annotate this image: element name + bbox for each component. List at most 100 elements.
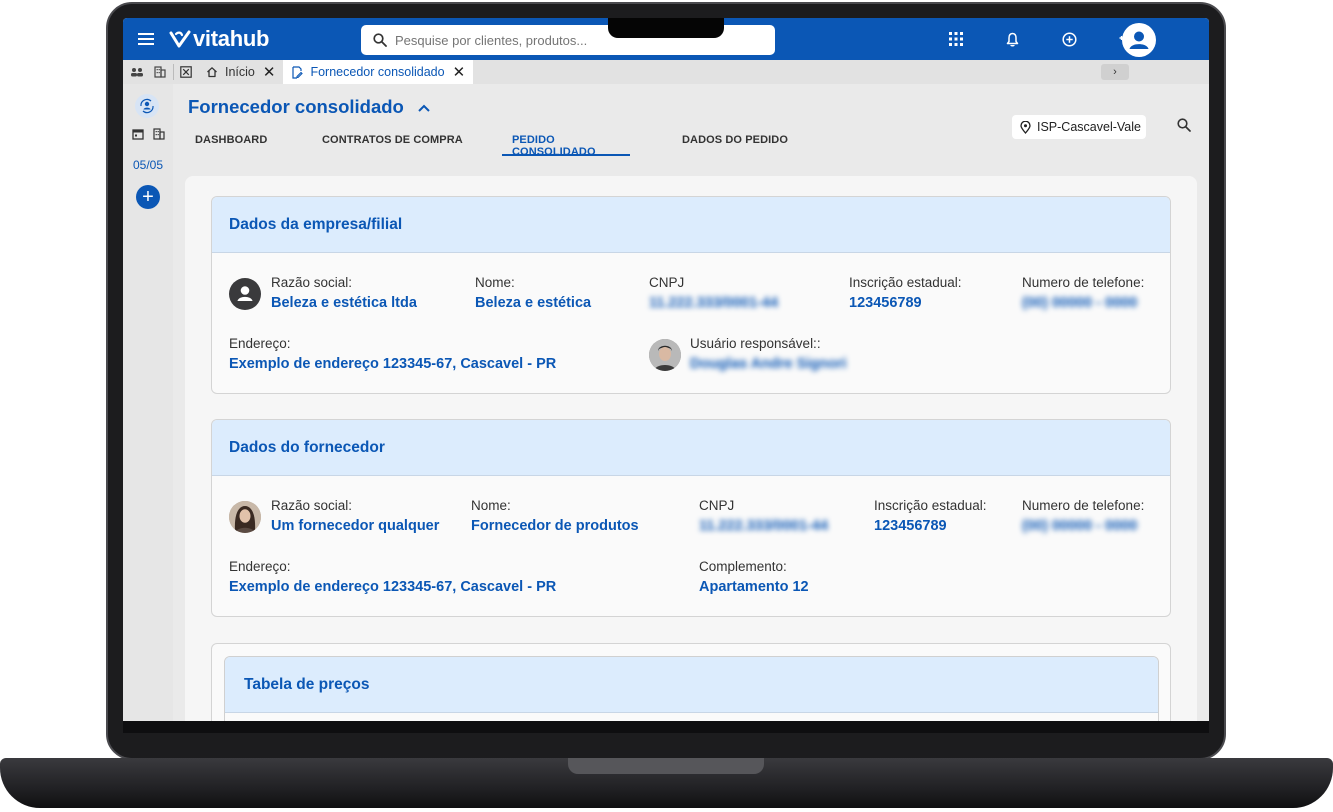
search-input[interactable] (395, 32, 595, 48)
empresa-card-header: Dados da empresa/filial (212, 197, 1170, 253)
close-box-icon (180, 66, 192, 78)
tab-dashboard[interactable]: DASHBOARD (185, 130, 312, 156)
add-circle-icon[interactable] (1041, 18, 1098, 60)
field-value: (00) 00000 - 0000 (1022, 518, 1138, 534)
fornecedor-cnpj: CNPJ 11.222.333/0001-44 (699, 498, 828, 534)
logo-mark-icon (169, 30, 191, 48)
rail-tools (127, 128, 169, 140)
tab-dados-do-pedido[interactable]: DADOS DO PEDIDO (672, 130, 798, 156)
field-value: 123456789 (874, 518, 947, 534)
user-avatar-icon[interactable] (1122, 23, 1156, 57)
field-label: Endereço: (229, 559, 291, 574)
logo-text: vitahub (193, 26, 270, 51)
group-users-icon[interactable] (130, 67, 144, 77)
empresa-nome: Nome: Beleza e estética (475, 275, 591, 311)
building-icon[interactable] (154, 66, 166, 78)
search-icon[interactable] (1177, 118, 1191, 137)
hamburger-menu-icon[interactable] (123, 18, 169, 60)
field-value: (00) 00000 - 0000 (1022, 295, 1138, 311)
fornecedor-complemento: Complemento: Apartamento 12 (699, 559, 809, 595)
field-value: Exemplo de endereço 123345-67, Cascavel … (229, 356, 557, 372)
field-value: 11.222.333/0001-44 (699, 518, 829, 534)
fornecedor-endereco: Endereço: Exemplo de endereço 123345-67,… (229, 559, 556, 595)
bell-icon[interactable] (984, 18, 1041, 60)
tabbar-tools (123, 66, 173, 78)
field-value: Apartamento 12 (699, 579, 809, 595)
search-icon (373, 33, 387, 47)
field-value: 11.222.333/0001-44 (649, 295, 779, 311)
empresa-cnpj: CNPJ 11.222.333/0001-44 (649, 275, 778, 311)
empresa-usuario-responsavel: Usuário responsável:: Douglas Andre Sign… (690, 336, 847, 372)
content-panel: Dados da empresa/filial Razão social: Be… (185, 176, 1197, 721)
sync-user-icon[interactable] (135, 94, 159, 118)
empresa-card: Dados da empresa/filial Razão social: Be… (211, 196, 1171, 394)
location-selector[interactable]: ISP-Cascavel-Vale (1012, 115, 1146, 139)
field-value: 123456789 (849, 295, 922, 311)
page-header: Fornecedor consolidado (188, 96, 430, 118)
tab-fornecedor-consolidado[interactable]: Fornecedor consolidado ✕ (283, 60, 474, 84)
precos-card: Tabela de preços (211, 643, 1171, 721)
location-label: ISP-Cascavel-Vale (1037, 120, 1141, 134)
field-label: Inscrição estadual: (849, 275, 962, 290)
precos-card-header: Tabela de preços (225, 657, 1158, 713)
field-label: Nome: (471, 498, 511, 513)
calendar-icon[interactable] (131, 128, 144, 140)
fornecedor-card: Dados do fornecedor Razão social: Um for… (211, 419, 1171, 617)
person-photo-icon (649, 339, 681, 371)
camera-notch (608, 18, 724, 38)
chevron-up-icon[interactable] (418, 99, 430, 115)
field-value: Exemplo de endereço 123345-67, Cascavel … (229, 579, 557, 595)
field-label: Inscrição estadual: (874, 498, 987, 513)
tab-pedido-consolidado[interactable]: PEDIDO CONSOLIDADO (502, 130, 630, 158)
add-button[interactable]: + (136, 185, 160, 209)
tab-inicio[interactable]: Início ✕ (198, 60, 283, 84)
top-actions (927, 18, 1155, 60)
apps-grid-icon[interactable] (927, 18, 984, 60)
field-label: Complemento: (699, 559, 787, 574)
screen-bezel (123, 721, 1209, 733)
tab-label: Início (225, 65, 255, 79)
close-tab-icon[interactable]: ✕ (453, 63, 466, 81)
fornecedor-inscricao-estadual: Inscrição estadual: 123456789 (874, 498, 987, 534)
empresa-telefone: Numero de telefone: (00) 00000 - 0000 (1022, 275, 1144, 311)
laptop-base-notch (568, 758, 764, 774)
tabs-scroll-right-button[interactable]: › (1101, 64, 1129, 80)
field-label: CNPJ (699, 498, 735, 513)
field-value: Um fornecedor qualquer (271, 518, 440, 534)
home-icon (207, 67, 217, 78)
field-label: Razão social: (271, 498, 353, 513)
precos-inner-panel: Tabela de preços (224, 656, 1159, 721)
field-value: Beleza e estética (475, 295, 592, 311)
responsavel-avatar (649, 339, 681, 371)
edit-document-icon (292, 65, 304, 79)
user-placeholder-icon (237, 286, 253, 301)
building-icon[interactable] (152, 128, 165, 140)
rail-date: 05/05 (132, 158, 164, 172)
person-photo-icon (229, 501, 261, 533)
vitahub-logo[interactable]: vitahub (169, 26, 269, 52)
app-screen: vitahub Pesquise por clientes, produtos.… (123, 18, 1209, 721)
field-label: Usuário responsável:: (690, 336, 821, 351)
fornecedor-avatar (229, 501, 261, 533)
page-title: Fornecedor consolidado (188, 96, 404, 117)
field-label: Numero de telefone: (1022, 498, 1145, 513)
fornecedor-card-header: Dados do fornecedor (212, 420, 1170, 476)
close-all-tabs-button[interactable] (174, 60, 198, 84)
tab-label: Fornecedor consolidado (310, 65, 445, 79)
close-tab-icon[interactable]: ✕ (263, 63, 276, 81)
field-label: Numero de telefone: (1022, 275, 1145, 290)
left-rail: 05/05 + (123, 84, 173, 721)
location-pin-icon (1020, 120, 1031, 134)
empresa-avatar (229, 278, 261, 310)
tab-contratos-de-compra[interactable]: CONTRATOS DE COMPRA (312, 130, 502, 156)
section-tabs: DASHBOARD CONTRATOS DE COMPRA PEDIDO CON… (185, 130, 798, 158)
fornecedor-telefone: Numero de telefone: (00) 00000 - 0000 (1022, 498, 1144, 534)
field-value: Beleza e estética ltda (271, 295, 417, 311)
field-value: Fornecedor de produtos (471, 518, 639, 534)
empresa-razao-social: Razão social: Beleza e estética ltda (271, 275, 417, 311)
fornecedor-razao-social: Razão social: Um fornecedor qualquer (271, 498, 439, 534)
main-content: Fornecedor consolidado DASHBOARD CONTRAT… (173, 84, 1209, 721)
field-label: Razão social: (271, 275, 353, 290)
field-label: CNPJ (649, 275, 685, 290)
field-value: Douglas Andre Signori (690, 356, 847, 372)
